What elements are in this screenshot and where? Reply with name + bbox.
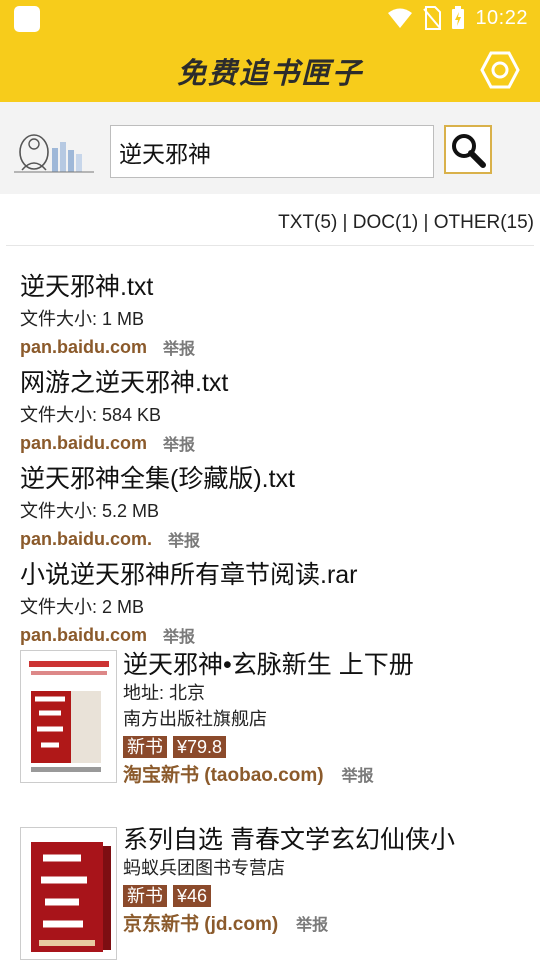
price-badge: ¥79.8: [173, 736, 227, 758]
status-icons: 10:22: [387, 5, 528, 31]
result-source-link[interactable]: pan.baidu.com: [20, 625, 147, 646]
book-info: 系列自选 青春文学玄幻仙侠小 蚂蚁兵团图书专营店 新书 ¥46 京东新书 (jd…: [123, 825, 455, 936]
result-source-link[interactable]: pan.baidu.com: [20, 433, 147, 454]
result-source-link[interactable]: pan.baidu.com: [20, 337, 147, 358]
book-source-link[interactable]: 京东新书 (jd.com): [123, 909, 278, 936]
book-address: 地址: 北京: [123, 683, 206, 703]
app-title: 免费追书匣子: [176, 56, 363, 90]
app-icon: [14, 6, 40, 32]
result-item[interactable]: 网游之逆天邪神.txt 文件大小: 584 KB pan.baidu.com 举…: [0, 364, 540, 460]
report-link[interactable]: 举报: [163, 623, 195, 647]
result-source-link[interactable]: pan.baidu.com.: [20, 529, 152, 550]
result-item[interactable]: 小说逆天邪神所有章节阅读.rar 文件大小: 2 MB pan.baidu.co…: [0, 556, 540, 652]
battery-charging-icon: [452, 6, 465, 29]
result-title[interactable]: 逆天邪神全集(珍藏版).txt: [20, 460, 540, 498]
result-title[interactable]: 逆天邪神.txt: [20, 268, 540, 306]
report-link[interactable]: 举报: [163, 431, 195, 455]
result-size: 文件大小: 5.2 MB: [20, 501, 160, 521]
status-time: 10:22: [475, 6, 528, 29]
new-book-badge: 新书: [123, 885, 167, 907]
report-link[interactable]: 举报: [296, 911, 328, 935]
book-title[interactable]: 逆天邪神•玄脉新生 上下册: [123, 650, 414, 680]
result-size: 文件大小: 1 MB: [20, 309, 145, 329]
report-link[interactable]: 举报: [342, 762, 374, 786]
book-title[interactable]: 系列自选 青春文学玄幻仙侠小: [123, 825, 455, 855]
search-input[interactable]: [110, 125, 434, 178]
result-size: 文件大小: 2 MB: [20, 597, 145, 617]
no-sim-icon: [423, 6, 442, 30]
book-shop: 蚂蚁兵团图书专营店: [123, 858, 285, 878]
book-shop: 南方出版社旗舰店: [123, 709, 267, 729]
app-bar: 免费追书匣子: [0, 36, 540, 102]
wifi-icon: [388, 8, 413, 28]
book-source-link[interactable]: 淘宝新书 (taobao.com): [123, 760, 324, 787]
divider: [6, 245, 534, 246]
search-bar: [0, 102, 540, 194]
hexagon-settings-icon: [480, 51, 520, 89]
book-cover-image[interactable]: [20, 827, 117, 960]
result-item[interactable]: 逆天邪神全集(珍藏版).txt 文件大小: 5.2 MB pan.baidu.c…: [0, 460, 540, 556]
search-icon: [452, 133, 486, 168]
results-list: 逆天邪神.txt 文件大小: 1 MB pan.baidu.com 举报 网游之…: [0, 268, 540, 652]
report-link[interactable]: 举报: [163, 335, 195, 359]
status-bar: 10:22: [0, 0, 540, 36]
result-item[interactable]: 逆天邪神.txt 文件大小: 1 MB pan.baidu.com 举报: [0, 268, 540, 364]
result-size: 文件大小: 584 KB: [20, 405, 162, 425]
result-title[interactable]: 网游之逆天邪神.txt: [20, 364, 540, 402]
search-button[interactable]: [444, 125, 492, 174]
book-info: 逆天邪神•玄脉新生 上下册 地址: 北京 南方出版社旗舰店 新书 ¥79.8 淘…: [123, 650, 414, 787]
report-link[interactable]: 举报: [168, 527, 200, 551]
result-title[interactable]: 小说逆天邪神所有章节阅读.rar: [20, 556, 540, 594]
sketch-logo-icon: [14, 134, 94, 173]
price-badge: ¥46: [173, 885, 212, 907]
book-cover-image[interactable]: [20, 650, 117, 783]
settings-button[interactable]: [480, 50, 520, 90]
format-filter-counts[interactable]: TXT(5) | DOC(1) | OTHER(15): [278, 212, 534, 234]
new-book-badge: 新书: [123, 736, 167, 758]
